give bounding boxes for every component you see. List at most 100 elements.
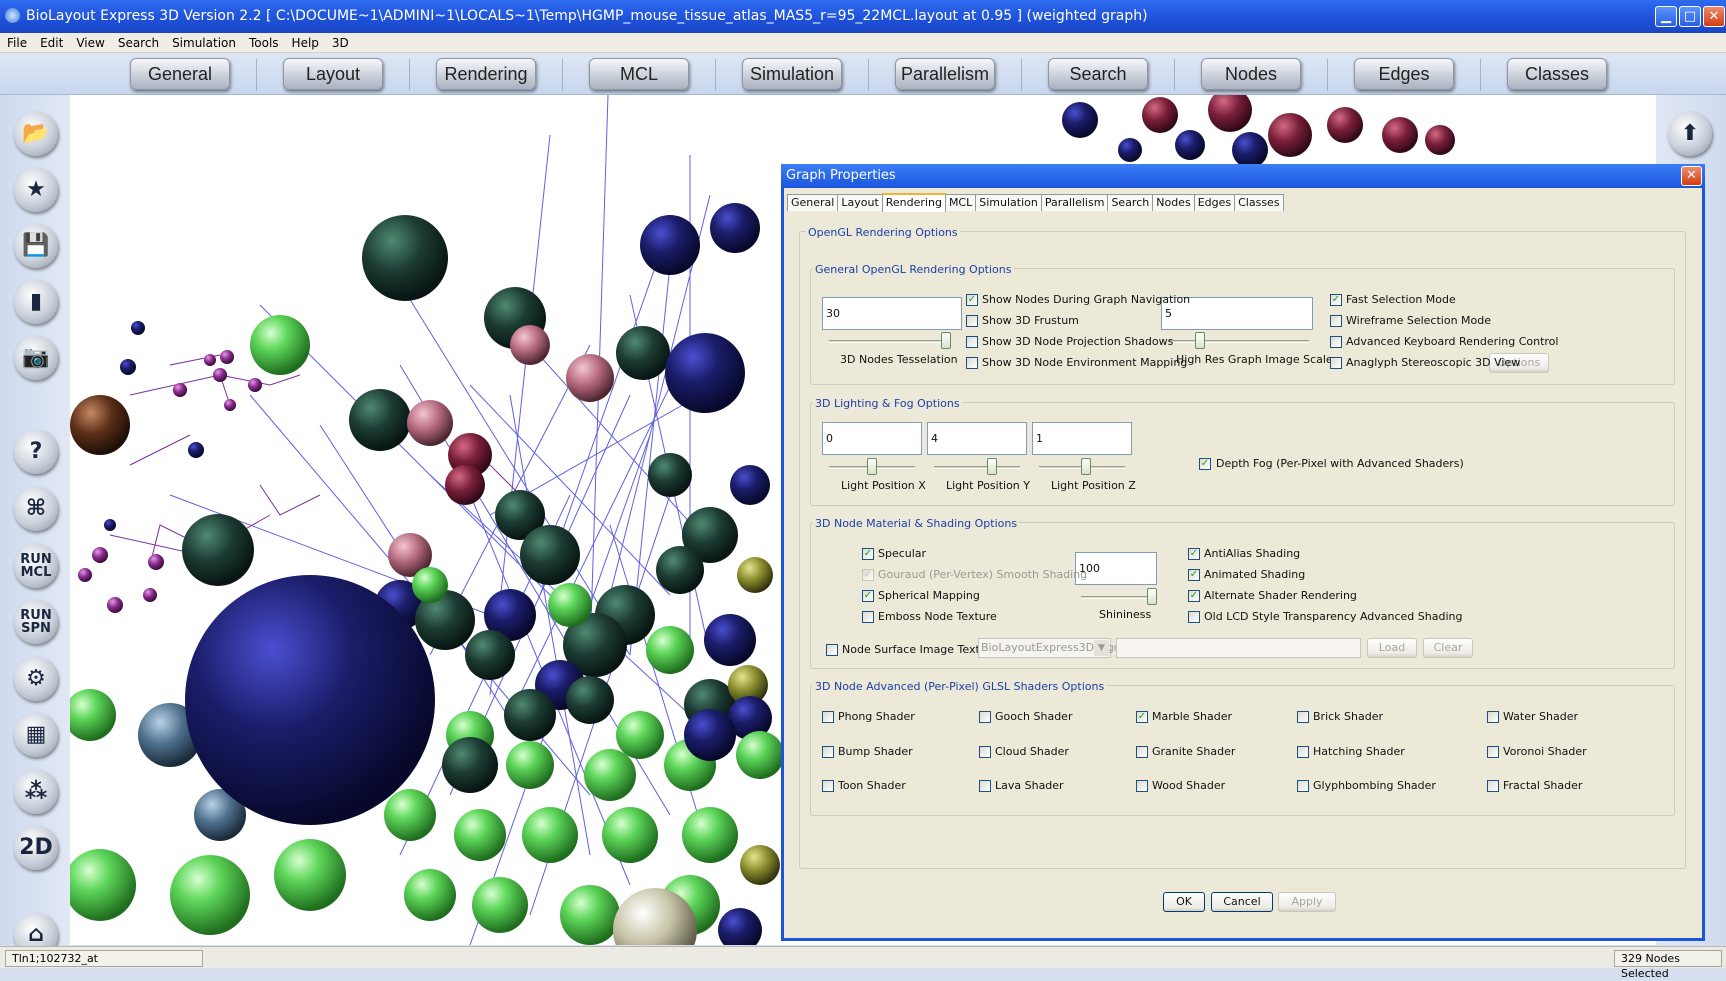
folder-star-icon[interactable]: ★ <box>14 168 58 212</box>
surface-texture-checkbox[interactable] <box>826 644 838 656</box>
menu-edit[interactable]: Edit <box>33 33 69 53</box>
cancel-button[interactable]: Cancel <box>1211 892 1273 912</box>
old-lcd-style-transparency-advanced-shading-checkbox[interactable] <box>1188 611 1200 623</box>
clear-texture-button[interactable]: Clear <box>1423 638 1473 658</box>
show-nodes-during-graph-navigation-checkbox[interactable]: ✓ <box>966 294 978 306</box>
binoculars-icon[interactable]: ⌘ <box>14 487 58 531</box>
film-icon[interactable]: ▦ <box>14 713 58 757</box>
toolbar-parallelism-button[interactable]: Parallelism <box>895 58 995 90</box>
tab-edges[interactable]: Edges <box>1193 194 1236 211</box>
fast-selection-mode-checkbox[interactable]: ✓ <box>1330 294 1342 306</box>
camera-icon[interactable]: 📷 <box>14 336 58 380</box>
tesselation-slider[interactable] <box>829 332 951 349</box>
image-scale-slider-thumb[interactable] <box>1195 332 1205 349</box>
toolbar-mcl-button[interactable]: MCL <box>589 58 689 90</box>
menu-search[interactable]: Search <box>111 33 165 53</box>
texture-select[interactable]: BioLayoutExpress3DLogo ▼ <box>978 638 1121 658</box>
menu-file[interactable]: File <box>0 33 33 53</box>
ok-button[interactable]: OK <box>1163 892 1205 912</box>
brick-shader-checkbox[interactable] <box>1297 711 1309 723</box>
shininess-slider[interactable] <box>1081 588 1157 605</box>
shininess-value-field[interactable]: 100 <box>1075 552 1157 585</box>
load-texture-button[interactable]: Load <box>1367 638 1417 658</box>
document-icon[interactable]: ▮ <box>14 280 58 324</box>
alternate-shader-rendering-checkbox[interactable]: ✓ <box>1188 590 1200 602</box>
folder-open-icon[interactable]: 📂 <box>14 112 58 156</box>
marble-shader-checkbox[interactable]: ✓ <box>1136 711 1148 723</box>
tab-classes[interactable]: Classes <box>1234 194 1284 211</box>
light-position-z-slider[interactable] <box>1039 458 1125 475</box>
animated-shading-checkbox[interactable]: ✓ <box>1188 569 1200 581</box>
toolbar-layout-button[interactable]: Layout <box>283 58 383 90</box>
run-mcl-icon[interactable]: RUN MCL <box>14 544 58 588</box>
gooch-shader-checkbox[interactable] <box>979 711 991 723</box>
water-shader-checkbox[interactable] <box>1487 711 1499 723</box>
antialias-shading-checkbox[interactable]: ✓ <box>1188 548 1200 560</box>
light-position-y-slider[interactable] <box>934 458 1020 475</box>
apply-button[interactable]: Apply <box>1278 892 1336 912</box>
help-icon[interactable]: ? <box>14 430 58 474</box>
light-position-x-slider[interactable] <box>829 458 915 475</box>
light-position-x-slider-thumb[interactable] <box>867 458 877 475</box>
save-disk-icon[interactable]: 💾 <box>14 224 58 268</box>
toolbar-rendering-button[interactable]: Rendering <box>436 58 536 90</box>
arrow-up-icon[interactable]: ⬆ <box>1668 112 1712 156</box>
show-3d-frustum-checkbox[interactable] <box>966 315 978 327</box>
gouraud-per-vertex-smooth-shading-checkbox[interactable]: ✓ <box>862 569 874 581</box>
wood-shader-checkbox[interactable] <box>1136 780 1148 792</box>
wireframe-selection-mode-checkbox[interactable] <box>1330 315 1342 327</box>
phong-shader-checkbox[interactable] <box>822 711 834 723</box>
granite-shader-checkbox[interactable] <box>1136 745 1148 758</box>
menu-simulation[interactable]: Simulation <box>165 33 242 53</box>
show-3d-node-projection-shadows-checkbox[interactable] <box>966 336 978 348</box>
toolbar-nodes-button[interactable]: Nodes <box>1201 58 1301 90</box>
menu-3d[interactable]: 3D <box>325 33 355 53</box>
advanced-keyboard-rendering-control-checkbox[interactable] <box>1330 336 1342 348</box>
shininess-slider-thumb[interactable] <box>1147 588 1157 605</box>
settings-gear-icon[interactable]: ⚙ <box>14 657 58 701</box>
depth-fog-checkbox[interactable]: ✓ <box>1199 458 1211 470</box>
tab-general[interactable]: General <box>787 194 839 211</box>
toolbar-search-button[interactable]: Search <box>1048 58 1148 90</box>
dialog-close-button[interactable]: ✕ <box>1681 166 1702 186</box>
fractal-shader-checkbox[interactable] <box>1487 780 1499 792</box>
tab-mcl[interactable]: MCL <box>944 194 977 211</box>
texture-path-field[interactable] <box>1116 638 1361 658</box>
specular-checkbox[interactable]: ✓ <box>862 548 874 560</box>
light-position-z-field[interactable]: 1 <box>1032 422 1132 455</box>
graph-nodes-icon[interactable]: ⁂ <box>14 770 58 814</box>
tesselation-value-field[interactable]: 30 <box>822 297 962 330</box>
toolbar-edges-button[interactable]: Edges <box>1354 58 1454 90</box>
minimize-button[interactable]: ▁ <box>1655 6 1677 27</box>
light-position-y-slider-thumb[interactable] <box>987 458 997 475</box>
toolbar-general-button[interactable]: General <box>130 58 230 90</box>
tab-search[interactable]: Search <box>1107 194 1154 211</box>
menu-help[interactable]: Help <box>285 33 325 53</box>
voronoi-shader-checkbox[interactable] <box>1487 745 1499 758</box>
toon-shader-checkbox[interactable] <box>822 780 834 792</box>
image-scale-slider[interactable] <box>1169 332 1309 349</box>
maximize-button[interactable]: □ <box>1679 6 1701 27</box>
spherical-mapping-checkbox[interactable]: ✓ <box>862 590 874 602</box>
anaglyph-stereoscopic-3d-view-checkbox[interactable] <box>1330 357 1342 369</box>
light-position-z-slider-thumb[interactable] <box>1081 458 1091 475</box>
tesselation-slider-thumb[interactable] <box>941 332 951 349</box>
emboss-node-texture-checkbox[interactable] <box>862 611 874 623</box>
cloud-shader-checkbox[interactable] <box>979 745 991 758</box>
2d-view-icon[interactable]: 2D <box>14 826 58 870</box>
menu-view[interactable]: View <box>69 33 110 53</box>
light-position-y-field[interactable]: 4 <box>927 422 1027 455</box>
hatching-shader-checkbox[interactable] <box>1297 745 1309 758</box>
light-position-x-field[interactable]: 0 <box>822 422 922 455</box>
bump-shader-checkbox[interactable] <box>822 745 834 758</box>
run-spn-icon[interactable]: RUN SPN <box>14 600 58 644</box>
tab-rendering[interactable]: Rendering <box>881 193 946 212</box>
show-3d-node-environment-mapping-checkbox[interactable] <box>966 357 978 369</box>
lava-shader-checkbox[interactable] <box>979 780 991 792</box>
tab-layout[interactable]: Layout <box>837 194 883 211</box>
tab-simulation[interactable]: Simulation <box>975 194 1042 211</box>
toolbar-classes-button[interactable]: Classes <box>1507 58 1607 90</box>
glyphbombing-shader-checkbox[interactable] <box>1297 780 1309 792</box>
tab-parallelism[interactable]: Parallelism <box>1040 194 1109 211</box>
tab-nodes[interactable]: Nodes <box>1152 194 1195 211</box>
